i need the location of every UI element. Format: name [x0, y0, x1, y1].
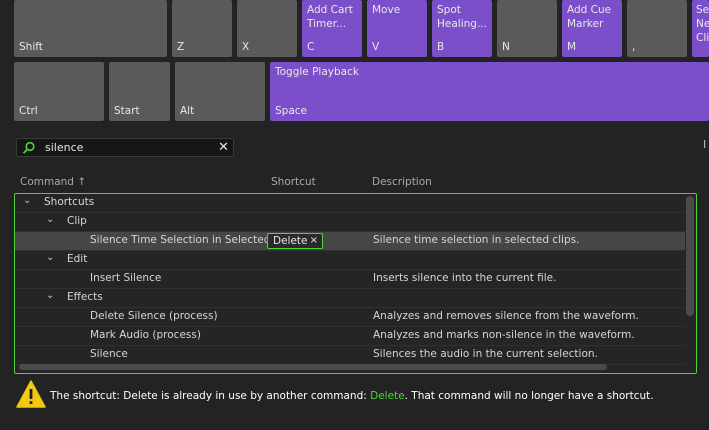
command-row[interactable]: Silence Silences the audio in the curren… — [15, 346, 685, 365]
command-description: Inserts silence into the current file. — [373, 272, 557, 284]
key-label: C — [307, 41, 315, 53]
command-description: Silences the audio in the current select… — [373, 348, 598, 360]
group-row-effects[interactable]: ⌄ Effects — [15, 289, 685, 308]
search-icon — [22, 141, 35, 154]
key-period[interactable]: Se Ne Cli — [692, 0, 709, 57]
conflict-warning: The shortcut: Delete is already in use b… — [16, 380, 696, 410]
key-c[interactable]: Add Cart Timer... C — [302, 0, 362, 57]
key-label: N — [502, 41, 510, 53]
command-name: Insert Silence — [90, 272, 162, 284]
command-row-selected[interactable]: Silence Time Selection in Selected C Del… — [15, 232, 685, 251]
warning-icon — [16, 380, 46, 408]
vertical-scrollbar[interactable] — [686, 196, 694, 316]
group-row-clip[interactable]: ⌄ Clip — [15, 213, 685, 232]
key-v[interactable]: Move V — [367, 0, 427, 57]
key-command: Add Cue Marker — [567, 4, 612, 30]
search-input[interactable]: silence ✕ — [16, 138, 234, 157]
shortcut-chip-label: Delete — [273, 235, 308, 247]
column-title: Command — [20, 176, 74, 188]
key-space[interactable]: Toggle Playback Space — [270, 62, 709, 121]
clear-search-icon[interactable]: ✕ — [218, 140, 229, 155]
key-command: Move — [372, 4, 401, 16]
command-tree[interactable]: ⌄ Shortcuts ⌄ Clip Silence Time Selectio… — [14, 193, 697, 374]
key-comma[interactable]: , — [627, 0, 687, 57]
key-label: Shift — [19, 41, 43, 53]
column-header-description[interactable]: Description — [372, 176, 432, 188]
chevron-down-icon[interactable]: ⌄ — [46, 252, 54, 263]
panel-edge-marker: I — [703, 138, 707, 151]
key-label: Ctrl — [19, 105, 38, 117]
key-command: Add Cart Timer... — [307, 4, 353, 30]
command-description: Silence time selection in selected clips… — [373, 234, 580, 246]
key-n[interactable]: N — [497, 0, 557, 57]
group-row-shortcuts[interactable]: ⌄ Shortcuts — [15, 194, 685, 213]
key-label: M — [567, 41, 577, 53]
key-label: Start — [114, 105, 140, 117]
horizontal-scrollbar[interactable] — [19, 364, 607, 370]
key-label: Alt — [180, 105, 195, 117]
key-m[interactable]: Add Cue Marker M — [562, 0, 622, 57]
chevron-down-icon[interactable]: ⌄ — [46, 290, 54, 301]
group-row-edit[interactable]: ⌄ Edit — [15, 251, 685, 270]
key-alt[interactable]: Alt — [175, 62, 265, 121]
command-description: Analyzes and marks non-silence in the wa… — [373, 329, 635, 341]
key-command: Spot Healing... — [437, 4, 487, 30]
key-label: X — [242, 41, 250, 53]
key-label: , — [632, 41, 636, 53]
key-command: Se Ne Cli — [696, 4, 709, 44]
key-label: V — [372, 41, 380, 53]
search-value: silence — [45, 141, 84, 154]
key-shift[interactable]: Shift — [14, 0, 167, 57]
group-label: Effects — [67, 291, 103, 303]
column-title: Description — [372, 176, 432, 188]
command-row[interactable]: Mark Audio (process) Analyzes and marks … — [15, 327, 685, 346]
column-header-shortcut[interactable]: Shortcut — [271, 176, 316, 188]
warning-suffix: . That command will no longer have a sho… — [404, 390, 654, 402]
command-row[interactable]: Insert Silence Inserts silence into the … — [15, 270, 685, 289]
group-label: Shortcuts — [44, 196, 95, 208]
command-name: Mark Audio (process) — [90, 329, 201, 341]
key-z[interactable]: Z — [172, 0, 232, 57]
command-description: Analyzes and removes silence from the wa… — [373, 310, 639, 322]
chevron-down-icon[interactable]: ⌄ — [23, 195, 31, 206]
group-label: Clip — [67, 215, 87, 227]
warning-prefix: The shortcut: Delete is already in use b… — [50, 390, 371, 402]
shortcut-chip[interactable]: Delete × — [267, 233, 323, 249]
warning-message: The shortcut: Delete is already in use b… — [50, 390, 654, 402]
key-ctrl[interactable]: Ctrl — [14, 62, 104, 121]
key-start[interactable]: Start — [109, 62, 170, 121]
chevron-down-icon[interactable]: ⌄ — [46, 214, 54, 225]
command-row[interactable]: Delete Silence (process) Analyzes and re… — [15, 308, 685, 327]
command-name: Silence — [90, 348, 128, 360]
remove-shortcut-icon[interactable]: × — [310, 235, 318, 246]
command-name: Delete Silence (process) — [90, 310, 218, 322]
key-command: Toggle Playback — [275, 66, 359, 78]
sort-ascending-icon: ↑ — [77, 176, 87, 188]
column-title: Shortcut — [271, 176, 316, 188]
group-label: Edit — [67, 253, 88, 265]
column-header-command[interactable]: Command ↑ — [20, 176, 86, 188]
key-label: Z — [177, 41, 185, 53]
key-b[interactable]: Spot Healing... B — [432, 0, 492, 57]
key-label: B — [437, 41, 445, 53]
warning-highlight: Delete — [370, 390, 405, 402]
key-x[interactable]: X — [237, 0, 297, 57]
command-name: Silence Time Selection in Selected C — [90, 234, 268, 246]
key-label: Space — [275, 105, 307, 117]
